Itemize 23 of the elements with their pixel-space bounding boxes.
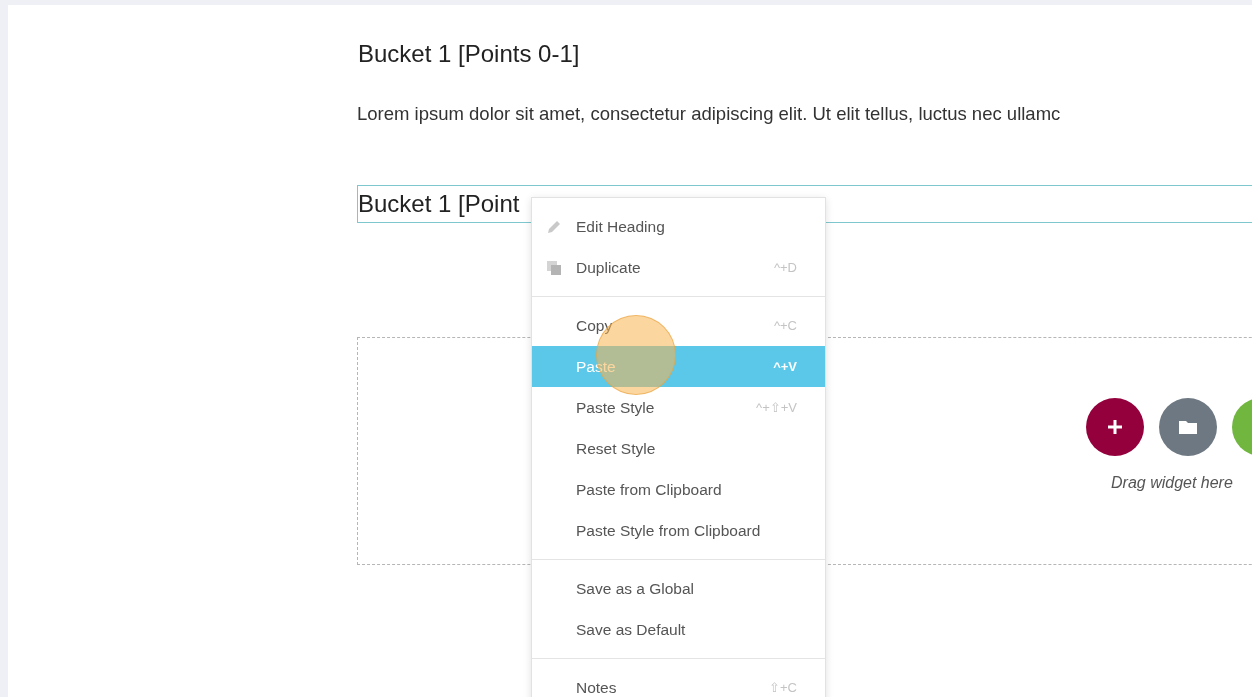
shortcut-hint: ^+⇧+V [756,400,797,415]
shortcut-hint: ^+C [773,318,797,333]
circle-button[interactable] [1086,398,1144,456]
body-paragraph: Lorem ipsum dolor sit amet, consectetur adipiscing elit. Ut elit tellus, luctus nec ullamc [357,103,1062,125]
menu-item[interactable]: Duplicate ^+D [532,247,825,288]
menu-item[interactable]: Paste Style ^+⇧+V [532,387,825,428]
menu-item[interactable]: Notes ⇧+C [532,667,825,697]
section-heading: Bucket 1 [Points 0-1] [357,39,581,69]
shortcut-hint: ^+V [773,359,797,374]
plus-icon [1106,418,1124,436]
menu-item[interactable]: Reset Style [532,428,825,469]
pencil-icon [546,218,562,235]
shortcut-hint: ^+D [773,260,797,275]
circle-button[interactable] [1159,398,1217,456]
drop-hint: Drag widget here [1111,474,1233,492]
menu-item[interactable]: Copy ^+C [532,305,825,346]
menu-item[interactable]: Paste from Clipboard [532,469,825,510]
shortcut-hint: ⇧+C [769,680,797,695]
duplicate-icon [546,259,562,276]
menu-item[interactable]: Save as a Global [532,568,825,609]
menu-item[interactable]: Save as Default [532,609,825,650]
menu-item[interactable]: Paste Style from Clipboard [532,510,825,551]
folder-icon [1178,419,1198,435]
